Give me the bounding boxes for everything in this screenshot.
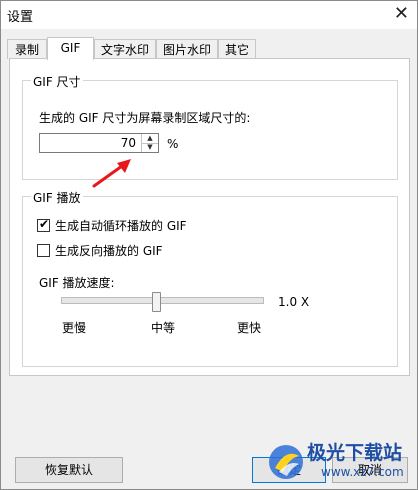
- size-percent-spinbox[interactable]: 70 ▲ ▼: [39, 133, 159, 153]
- settings-dialog: 设置 ✕ 录制 GIF 文字水印 图片水印 其它 GIF 尺寸 生成的 GIF …: [0, 0, 418, 490]
- gif-size-group: GIF 尺寸: [22, 73, 398, 180]
- close-icon[interactable]: ✕: [394, 4, 409, 24]
- tick-medium: 中等: [151, 321, 176, 335]
- tab-record[interactable]: 录制: [7, 39, 47, 59]
- site-watermark: 极光下载站 www.xz7.com: [265, 442, 415, 486]
- size-description: 生成的 GIF 尺寸为屏幕录制区域尺寸的:: [39, 111, 251, 125]
- tab-image-watermark[interactable]: 图片水印: [156, 39, 218, 59]
- speed-value: 1.0 X: [278, 295, 310, 309]
- speed-label: GIF 播放速度:: [39, 276, 115, 290]
- spin-buttons: ▲ ▼: [141, 134, 158, 152]
- tab-text-watermark[interactable]: 文字水印: [94, 39, 156, 59]
- speed-slider-thumb[interactable]: [152, 292, 162, 312]
- restore-defaults-button[interactable]: 恢复默认: [15, 457, 123, 483]
- watermark-name: 极光下载站: [307, 442, 403, 464]
- speed-slider-track[interactable]: [61, 297, 264, 304]
- reverse-checkbox[interactable]: [37, 244, 50, 257]
- tab-other[interactable]: 其它: [218, 39, 256, 59]
- window-title: 设置: [7, 10, 34, 25]
- loop-label[interactable]: 生成自动循环播放的 GIF: [55, 217, 187, 234]
- tab-gif[interactable]: GIF: [47, 37, 94, 60]
- aurora-logo-icon: [269, 445, 303, 479]
- red-arrow-icon: [92, 159, 131, 188]
- tick-fast: 更快: [237, 321, 262, 335]
- loop-checkbox[interactable]: ✔: [37, 217, 50, 232]
- percent-unit: %: [167, 137, 179, 151]
- checkmark-icon: ✔: [39, 217, 50, 231]
- size-percent-value: 70: [120, 136, 136, 150]
- title-bar: 设置 ✕: [1, 1, 417, 29]
- spin-down-icon[interactable]: ▼: [142, 143, 158, 152]
- reverse-label[interactable]: 生成反向播放的 GIF: [55, 242, 163, 259]
- gif-size-legend: GIF 尺寸: [31, 73, 83, 90]
- tick-slow: 更慢: [62, 321, 87, 335]
- watermark-url: www.xz7.com: [321, 465, 404, 479]
- gif-play-legend: GIF 播放: [31, 189, 83, 206]
